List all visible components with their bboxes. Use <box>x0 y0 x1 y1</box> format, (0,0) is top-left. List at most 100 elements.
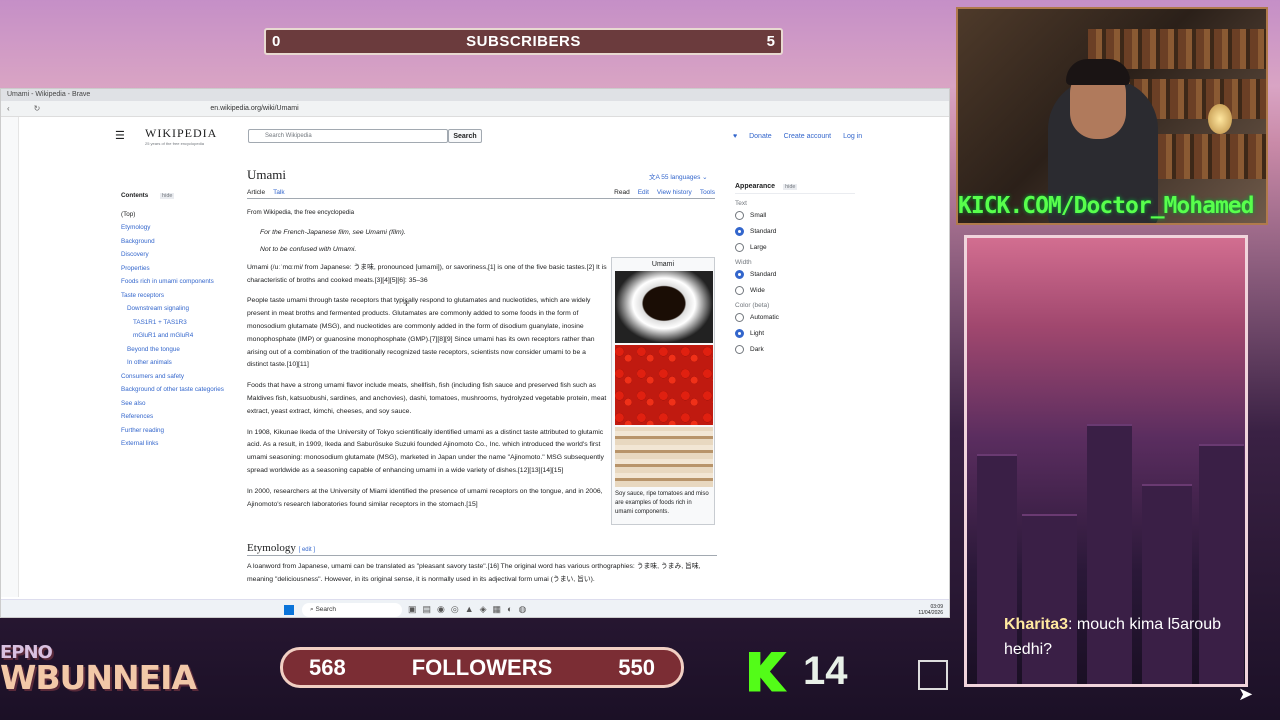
color-option[interactable]: Automatic <box>735 313 855 322</box>
taskbar-clock: 03:09 11/04/2026 <box>918 603 943 616</box>
toc-item[interactable]: Beyond the tongue <box>121 343 231 357</box>
toc-heading: Contents <box>121 192 149 199</box>
miso-image[interactable] <box>615 427 713 487</box>
text-size-option-label: Standard <box>750 228 777 235</box>
chat-message: Kharita3: mouch kima l5aroub hedhi? <box>1004 612 1240 662</box>
width-label: Width <box>735 259 752 266</box>
radio-icon[interactable] <box>735 243 744 252</box>
menu-icon[interactable]: ☰ <box>115 129 125 142</box>
paragraph-intro: Umami (/uːˈmɑːmi/ from Japanese: うま味, pr… <box>247 263 607 284</box>
taskbar-apps[interactable]: ▣▤◉◎▲◈▦◐◍ <box>408 604 532 615</box>
toc-item[interactable]: In other animals <box>121 356 231 370</box>
toc-item[interactable]: Taste receptors <box>121 289 231 303</box>
radio-icon[interactable] <box>735 270 744 279</box>
radio-icon[interactable] <box>735 286 744 295</box>
windows-taskbar: ⌕ Search ▣▤◉◎▲◈▦◐◍ 03:09 11/04/2026 <box>1 599 949 617</box>
toc-item[interactable]: mGluR1 and mGluR4 <box>121 329 231 343</box>
toc-item[interactable]: Consumers and safety <box>121 370 231 384</box>
overlay-square <box>918 660 948 690</box>
toc-item[interactable]: Background of other taste categories <box>121 383 231 397</box>
back-icon[interactable]: ‹ <box>7 104 10 113</box>
reload-icon[interactable]: ↻ <box>34 104 41 113</box>
subscribers-label: SUBSCRIBERS <box>466 33 581 50</box>
kick-count: 14 <box>803 649 848 693</box>
text-size-option[interactable]: Small <box>735 211 855 220</box>
tab-view-history[interactable]: View history <box>657 189 692 196</box>
chat-username: Kharita3 <box>1004 616 1069 633</box>
toc-item[interactable]: Downstream signaling <box>121 302 231 316</box>
infobox-title: Umami <box>651 261 675 268</box>
toc-item[interactable]: Discovery <box>121 248 231 262</box>
infobox-caption: Soy sauce, ripe tomatoes and miso are ex… <box>615 491 709 515</box>
text-size-option[interactable]: Large <box>735 243 855 252</box>
toc-item[interactable]: External links <box>121 437 231 451</box>
article-body: From Wikipedia, the free encyclopedia Fo… <box>247 207 607 519</box>
wikipedia-page: ☰ WIKIPEDIA 25 years of the free encyclo… <box>21 117 941 597</box>
section-heading-etymology: Etymology [ edit ] <box>247 542 717 556</box>
url-text[interactable]: en.wikipedia.org/wiki/Umami <box>210 105 298 112</box>
start-icon[interactable] <box>284 604 294 615</box>
tomatoes-image[interactable] <box>615 345 713 425</box>
mouse-cursor-icon: ✛ <box>403 299 410 308</box>
width-option[interactable]: Wide <box>735 286 855 295</box>
section-edit-link[interactable]: [ edit ] <box>299 547 315 553</box>
color-option-label: Automatic <box>750 314 779 321</box>
tab-article[interactable]: Article <box>247 189 265 196</box>
tab-tools[interactable]: Tools <box>700 189 715 196</box>
search-input[interactable]: Search Wikipedia <box>248 129 448 143</box>
followers-start: 568 <box>309 654 346 680</box>
toc-hide-button[interactable]: hide <box>160 193 175 199</box>
radio-icon[interactable] <box>735 211 744 220</box>
subscribers-bar: 0 SUBSCRIBERS 5 <box>264 28 783 55</box>
hatnote-confused: Not to be confused with Umami. <box>260 245 357 253</box>
soy-sauce-image[interactable] <box>615 271 713 343</box>
hatnote-film: For the French-Japanese film, see Umami … <box>260 228 406 236</box>
tab-read[interactable]: Read <box>614 189 630 196</box>
toc-item[interactable]: Foods rich in umami components <box>121 275 231 289</box>
toc-item[interactable]: (Top) <box>121 208 231 222</box>
toc-item[interactable]: Etymology <box>121 221 231 235</box>
toc-item[interactable]: Background <box>121 235 231 249</box>
address-bar[interactable]: ‹ ↻ en.wikipedia.org/wiki/Umami <box>1 101 949 117</box>
appearance-panel: Appearance hide Text Small Standard Large W… <box>735 183 855 361</box>
toc-item[interactable]: Further reading <box>121 424 231 438</box>
taskbar-search[interactable]: ⌕ Search <box>302 602 402 617</box>
create-account-link[interactable]: Create account <box>784 133 831 140</box>
paragraph-research: In 2000, researchers at the University o… <box>247 487 603 508</box>
followers-goal: 550 <box>618 654 655 680</box>
radio-icon[interactable] <box>735 227 744 236</box>
wikipedia-logo[interactable]: WIKIPEDIA 25 years of the free encyclope… <box>145 126 217 146</box>
kick-logo-icon <box>749 651 787 692</box>
toc-item[interactable]: References <box>121 410 231 424</box>
languages-button[interactable]: 文A 55 languages ⌄ <box>649 171 708 181</box>
text-size-option[interactable]: Standard <box>735 227 855 236</box>
color-option-label: Light <box>750 330 765 337</box>
tab-edit[interactable]: Edit <box>638 189 649 196</box>
color-label: Color (beta) <box>735 302 770 309</box>
appearance-hide-button[interactable]: hide <box>783 184 798 190</box>
radio-icon[interactable] <box>735 329 744 338</box>
etymology-text: A loanword from Japanese, umami can be t… <box>247 563 701 583</box>
color-option[interactable]: Light <box>735 329 855 338</box>
browser-sidebar <box>1 117 19 597</box>
width-option[interactable]: Standard <box>735 270 855 279</box>
toc-item[interactable]: Properties <box>121 262 231 276</box>
subscribers-start: 0 <box>272 33 281 50</box>
search-button[interactable]: Search <box>448 129 482 143</box>
tab-talk[interactable]: Talk <box>273 189 285 196</box>
page-tabs: Article Talk Read Edit View history Tools <box>247 189 715 199</box>
kick-counter: 14 <box>749 649 848 694</box>
toc-item[interactable]: See also <box>121 397 231 411</box>
toc-item[interactable]: TAS1R1 + TAS1R3 <box>121 316 231 330</box>
donate-link[interactable]: Donate <box>749 133 772 140</box>
login-link[interactable]: Log in <box>843 133 862 140</box>
color-option[interactable]: Dark <box>735 345 855 354</box>
text-size-option-label: Small <box>750 212 767 219</box>
browser-tab[interactable]: Umami - Wikipedia - Brave <box>1 89 949 101</box>
wiki-header: ☰ WIKIPEDIA 25 years of the free encyclo… <box>21 117 941 146</box>
radio-icon[interactable] <box>735 345 744 354</box>
radio-icon[interactable] <box>735 313 744 322</box>
width-option-label: Standard <box>750 271 777 278</box>
page-title: Umami <box>247 167 286 182</box>
header-links: ♥ Donate Create account Log in <box>733 133 863 140</box>
